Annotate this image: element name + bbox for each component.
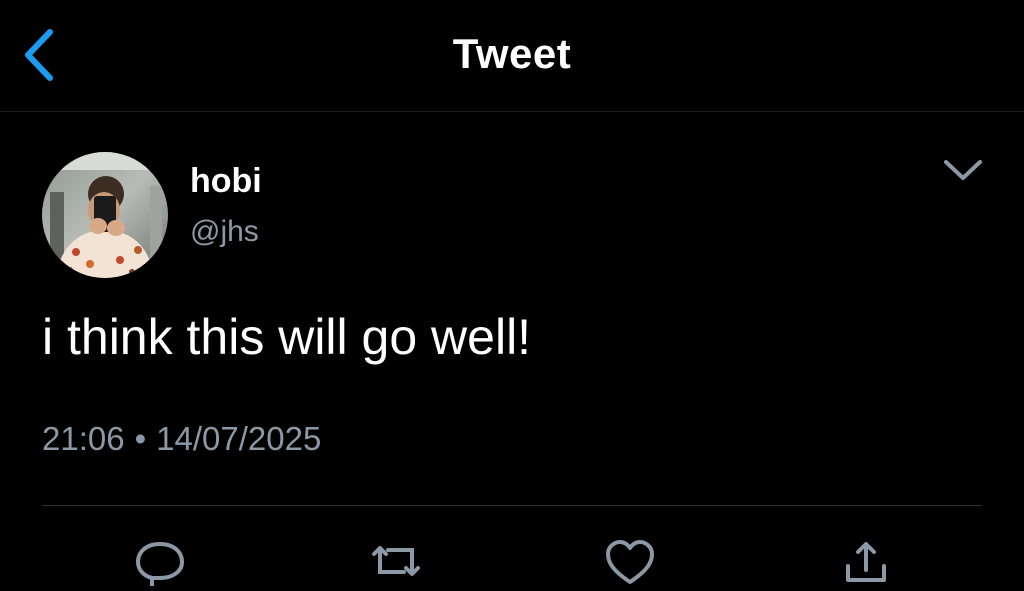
tweet-time: 21:06 — [42, 420, 125, 457]
tweet-text: i think this will go well! — [42, 309, 532, 365]
share-icon — [846, 542, 886, 582]
reply-icon — [136, 542, 184, 588]
reply-button[interactable] — [132, 536, 188, 588]
retweet-button[interactable] — [368, 536, 424, 586]
share-button[interactable] — [838, 536, 894, 586]
like-icon — [606, 540, 654, 584]
chevron-down-icon — [944, 160, 982, 180]
tweet-timestamp[interactable]: 21:06 • 14/07/2025 — [42, 420, 321, 458]
avatar-image — [42, 152, 168, 278]
user-handle[interactable]: @jhs — [190, 215, 259, 249]
page-title: Tweet — [452, 30, 572, 77]
separator: • — [134, 420, 147, 457]
divider — [42, 505, 982, 506]
display-name[interactable]: hobi — [190, 162, 262, 201]
tweet-menu-button[interactable] — [938, 150, 988, 190]
avatar[interactable] — [42, 152, 168, 278]
retweet-icon — [372, 546, 420, 576]
like-button[interactable] — [602, 536, 658, 586]
tweet-date: 14/07/2025 — [156, 420, 322, 457]
top-bar: Tweet — [0, 0, 1024, 112]
